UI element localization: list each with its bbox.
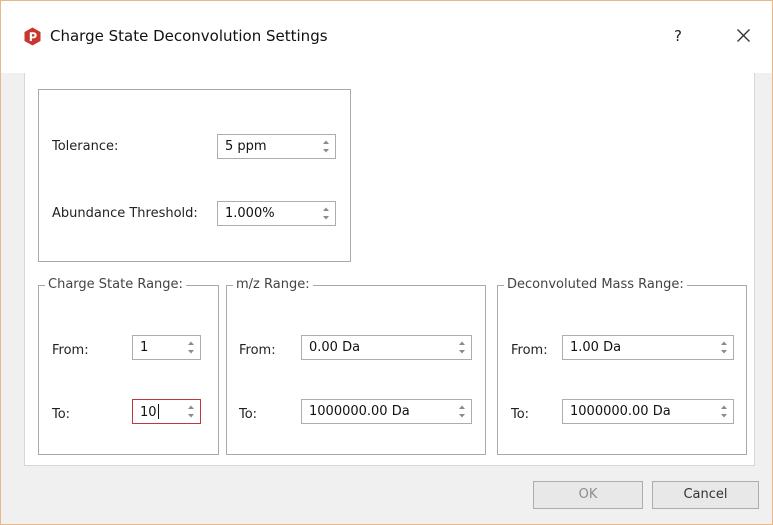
- tolerance-value: 5 ppm: [225, 139, 267, 154]
- charge-from-spinbox[interactable]: 1: [132, 335, 201, 360]
- mass-to-spinbox[interactable]: 1000000.00 Da: [562, 399, 734, 424]
- spin-arrows-icon[interactable]: [457, 403, 467, 420]
- charge-state-range-group: Charge State Range: From: 1 To: 10: [38, 277, 219, 455]
- settings-dialog: Charge State Deconvolution Settings ? To…: [0, 0, 773, 525]
- mz-from-spinbox[interactable]: 0.00 Da: [301, 335, 472, 360]
- spin-arrows-icon[interactable]: [186, 339, 196, 356]
- text-cursor: [157, 404, 159, 419]
- abundance-threshold-label: Abundance Threshold:: [52, 206, 198, 221]
- mass-from-spinbox[interactable]: 1.00 Da: [562, 335, 734, 360]
- mass-from-label: From:: [511, 343, 548, 358]
- mass-to-value: 1000000.00 Da: [570, 404, 671, 419]
- dialog-title: Charge State Deconvolution Settings: [50, 27, 328, 45]
- spin-arrows-icon[interactable]: [719, 339, 729, 356]
- charge-from-value: 1: [140, 340, 149, 355]
- charge-to-label: To:: [52, 407, 71, 422]
- spin-arrows-icon[interactable]: [719, 403, 729, 420]
- mz-range-title: m/z Range:: [233, 277, 313, 292]
- general-settings-group: Tolerance: 5 ppm Abundance Threshold: 1.…: [38, 89, 351, 262]
- charge-from-label: From:: [52, 343, 89, 358]
- tolerance-spinbox[interactable]: 5 ppm: [217, 134, 336, 159]
- mz-to-value: 1000000.00 Da: [309, 404, 410, 419]
- mz-to-spinbox[interactable]: 1000000.00 Da: [301, 399, 472, 424]
- deconvoluted-mass-range-title: Deconvoluted Mass Range:: [504, 277, 687, 292]
- spin-arrows-icon[interactable]: [321, 205, 331, 222]
- mass-to-label: To:: [511, 407, 530, 422]
- abundance-threshold-spinbox[interactable]: 1.000%: [217, 201, 336, 226]
- close-icon[interactable]: [728, 21, 758, 51]
- title-bar[interactable]: Charge State Deconvolution Settings ?: [1, 1, 772, 73]
- deconvoluted-mass-range-group: Deconvoluted Mass Range: From: 1.00 Da T…: [497, 277, 747, 455]
- charge-state-range-title: Charge State Range:: [45, 277, 186, 292]
- mass-from-value: 1.00 Da: [570, 340, 622, 355]
- mz-range-group: m/z Range: From: 0.00 Da To: 1000000.00 …: [226, 277, 486, 455]
- spin-arrows-icon[interactable]: [321, 138, 331, 155]
- help-button[interactable]: ?: [663, 21, 693, 51]
- cancel-button[interactable]: Cancel: [652, 481, 759, 509]
- abundance-threshold-value: 1.000%: [225, 206, 275, 221]
- spin-arrows-icon[interactable]: [457, 339, 467, 356]
- mz-from-label: From:: [239, 343, 276, 358]
- settings-panel: Tolerance: 5 ppm Abundance Threshold: 1.…: [24, 73, 755, 466]
- mz-to-label: To:: [239, 407, 258, 422]
- tolerance-label: Tolerance:: [52, 139, 119, 154]
- mz-from-value: 0.00 Da: [309, 340, 361, 355]
- charge-to-value: 10: [140, 405, 157, 420]
- charge-to-spinbox[interactable]: 10: [132, 399, 201, 424]
- spin-arrows-icon[interactable]: [186, 403, 196, 420]
- ok-button[interactable]: OK: [533, 481, 643, 509]
- app-logo-icon: [24, 27, 41, 46]
